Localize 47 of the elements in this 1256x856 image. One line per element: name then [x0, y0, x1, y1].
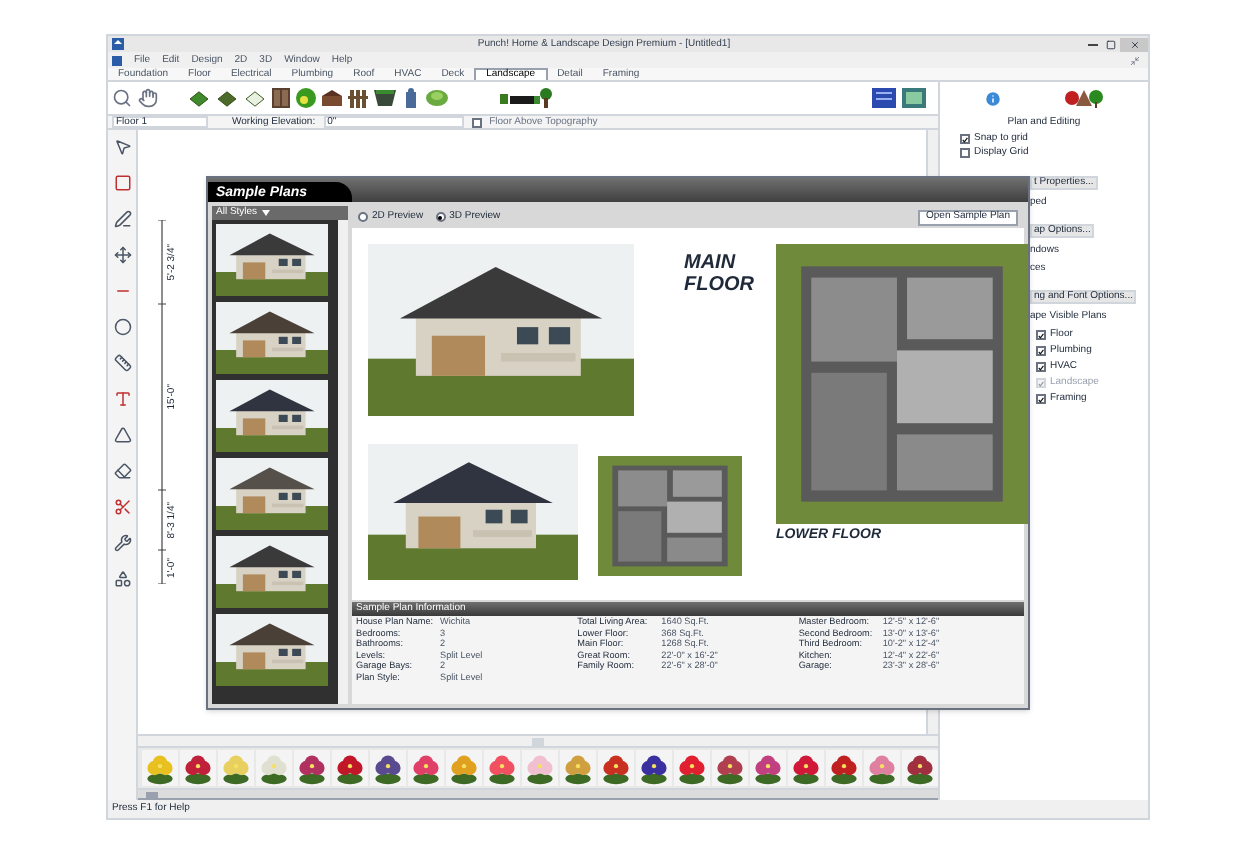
- app-icon: [112, 38, 124, 50]
- checkbox[interactable]: [960, 148, 970, 158]
- tile-icon[interactable]: [244, 89, 266, 107]
- scrollbar[interactable]: [138, 790, 938, 800]
- shrub-icon[interactable]: [426, 90, 448, 106]
- scrollbar[interactable]: [138, 734, 938, 746]
- plan-view-icon[interactable]: [872, 88, 896, 108]
- fence-icon[interactable]: [348, 88, 368, 108]
- maximize-button[interactable]: [1106, 39, 1116, 49]
- restore-icon[interactable]: [1130, 55, 1140, 65]
- shed-icon[interactable]: [322, 90, 342, 106]
- pointer-icon[interactable]: [113, 138, 131, 156]
- checkbox[interactable]: [1036, 330, 1046, 340]
- caret-icon: [261, 210, 270, 216]
- shapes-icon[interactable]: [113, 570, 131, 588]
- planter-icon[interactable]: [374, 90, 396, 106]
- checkbox[interactable]: [1036, 346, 1046, 356]
- checkbox[interactable]: [471, 117, 482, 127]
- info-icon[interactable]: [984, 89, 1002, 107]
- scrollbar[interactable]: [338, 220, 348, 704]
- tile-icon[interactable]: [188, 89, 210, 107]
- pen-icon[interactable]: [113, 210, 131, 228]
- eraser-icon[interactable]: [113, 462, 131, 480]
- square-icon[interactable]: [113, 174, 131, 192]
- checkbox[interactable]: [1036, 394, 1046, 404]
- trees-icon[interactable]: [1064, 89, 1104, 107]
- hand-icon[interactable]: [138, 88, 158, 108]
- figure-icon[interactable]: [402, 88, 420, 108]
- landscape-view-icon[interactable]: [902, 88, 926, 108]
- wrench-icon[interactable]: [113, 534, 131, 552]
- triangle-icon[interactable]: [113, 426, 131, 444]
- path-light-icon[interactable]: [500, 88, 552, 108]
- scissors-icon[interactable]: [113, 498, 131, 516]
- close-button[interactable]: [1120, 37, 1148, 51]
- tree-icon[interactable]: [296, 88, 316, 108]
- checkbox[interactable]: [1036, 362, 1046, 372]
- circle-icon[interactable]: [113, 318, 131, 336]
- radio-button[interactable]: [435, 212, 446, 222]
- radio-button[interactable]: [358, 212, 368, 222]
- ruler-icon[interactable]: [113, 354, 131, 372]
- app-icon: [112, 55, 122, 65]
- caption: MAIN FLOOR: [684, 252, 756, 300]
- tile-icon[interactable]: [216, 89, 238, 107]
- search-icon[interactable]: [112, 88, 132, 108]
- checkbox[interactable]: [960, 134, 970, 144]
- move-icon[interactable]: [113, 246, 131, 264]
- text-icon[interactable]: [113, 390, 131, 408]
